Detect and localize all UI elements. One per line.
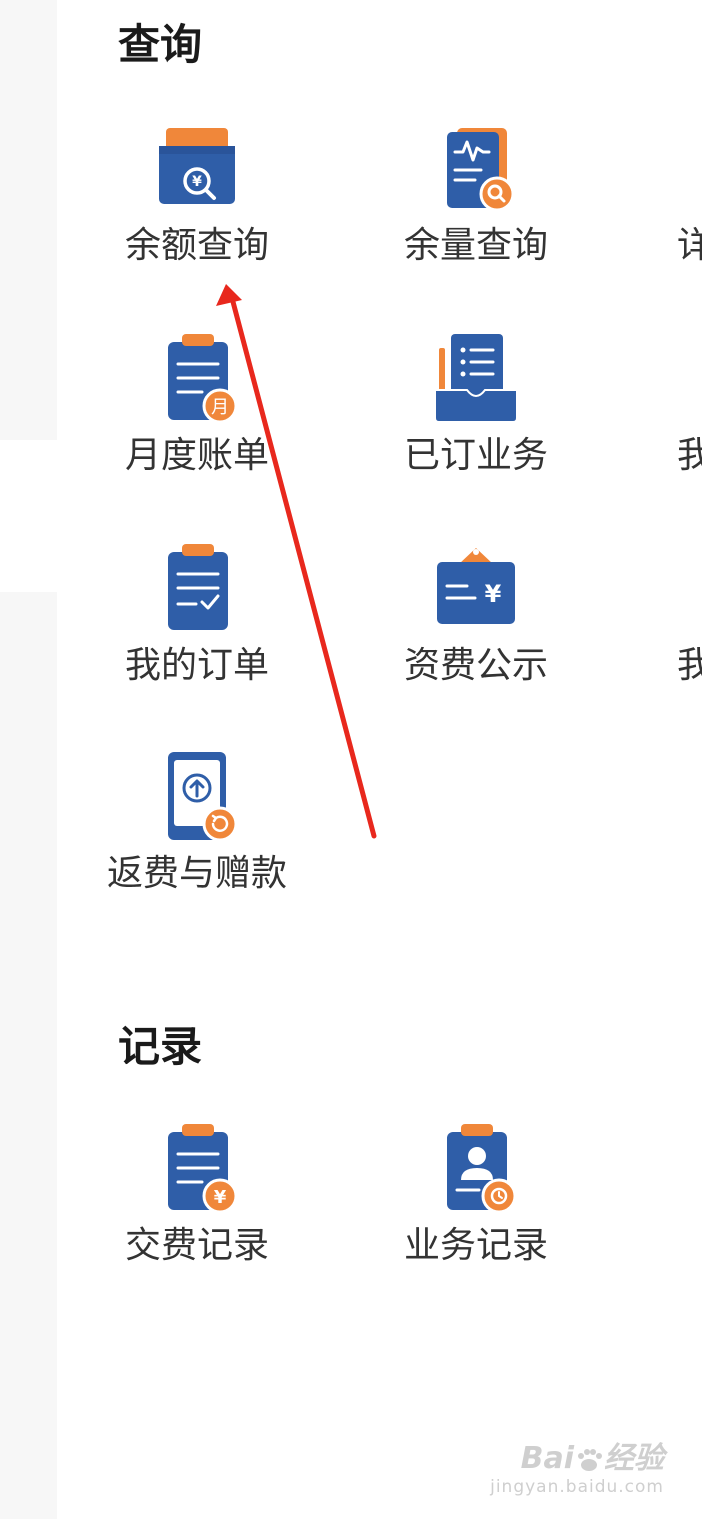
left-rail-top: [0, 0, 57, 440]
tile-my-cut-1[interactable]: 我: [677, 334, 702, 524]
watermark-brand: Bai 经验: [490, 1433, 664, 1477]
svg-text:¥: ¥: [485, 580, 502, 608]
tile-balance-query[interactable]: ¥ 余额查询: [77, 124, 317, 314]
tile-label: 余额查询: [124, 225, 269, 266]
watermark-brand-left: Bai: [520, 1441, 574, 1476]
svg-text:¥: ¥: [214, 1187, 227, 1208]
tile-my-cut-2[interactable]: 我: [677, 544, 702, 734]
tariff-tag-icon: ¥: [437, 548, 515, 624]
tile-label: 我: [677, 645, 702, 686]
document-chart-search-icon: [447, 128, 515, 212]
left-rail-bottom: [0, 592, 57, 1519]
section-title-query: 查询: [118, 20, 203, 69]
paw-icon: [578, 1448, 602, 1471]
tile-label: 详: [677, 225, 702, 266]
tile-label: 月度账单: [124, 435, 269, 476]
tile-tariff-notice[interactable]: ¥ 资费公示: [356, 544, 596, 734]
tile-label: 余量查询: [403, 225, 548, 266]
watermark-brand-right: 经验: [604, 1441, 664, 1476]
watermark-url: jingyan.baidu.com: [490, 1477, 664, 1497]
tile-label: 资费公示: [403, 645, 548, 686]
tile-label: 返费与赠款: [106, 853, 287, 894]
svg-text:¥: ¥: [192, 174, 202, 190]
subscribed-tray-icon: [434, 334, 518, 423]
tile-business-records[interactable]: 业务记录: [356, 1124, 596, 1314]
payment-record-icon: ¥: [168, 1124, 238, 1214]
tile-label: 我的订单: [124, 645, 269, 686]
order-check-icon: [168, 544, 228, 630]
business-record-icon: [447, 1124, 517, 1214]
tile-usage-query[interactable]: 余量查询: [356, 124, 596, 314]
section-title-records: 记录: [118, 1022, 203, 1071]
baidu-jingyan-watermark: Bai 经验 jingyan.baidu.com: [490, 1433, 664, 1497]
wallet-yuan-search-icon: ¥: [159, 128, 235, 204]
phone-refund-icon: [168, 752, 238, 842]
tile-label: 交费记录: [124, 1225, 269, 1266]
tile-payment-records[interactable]: ¥ 交费记录: [77, 1124, 317, 1314]
tile-label: 我: [677, 435, 702, 476]
tile-label: 业务记录: [403, 1225, 548, 1266]
tile-detail-cut[interactable]: 详: [677, 124, 702, 314]
svg-text:月: 月: [211, 397, 229, 418]
monthly-bill-icon: 月: [168, 334, 238, 424]
tile-refund-gift[interactable]: 返费与赠款: [77, 752, 317, 942]
tile-my-orders[interactable]: 我的订单: [77, 544, 317, 734]
tile-subscribed-services[interactable]: 已订业务: [356, 334, 596, 524]
tile-monthly-bill[interactable]: 月 月度账单: [77, 334, 317, 524]
tile-label: 已订业务: [403, 435, 548, 476]
